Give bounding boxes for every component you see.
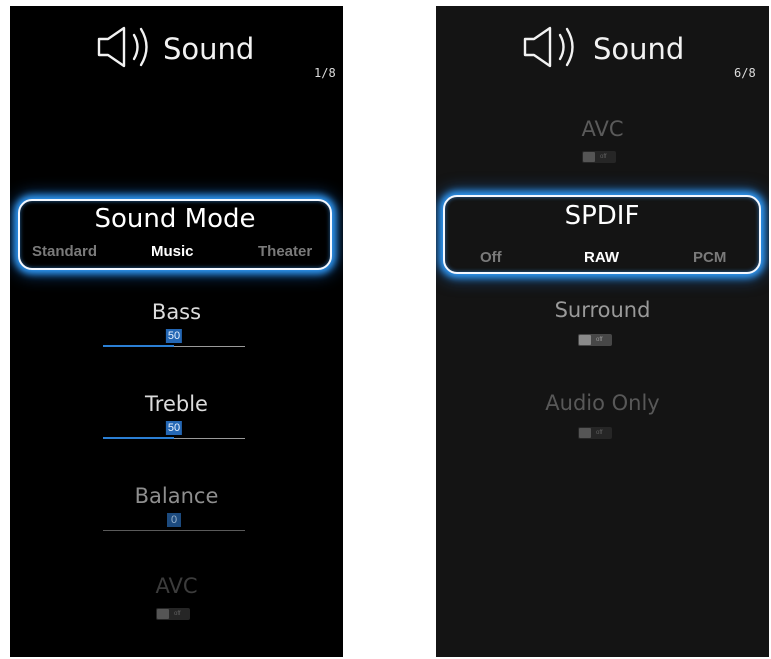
page-indicator: 6/8 xyxy=(734,66,756,80)
menu-title: Sound xyxy=(593,32,685,66)
toggle-knob xyxy=(583,152,595,162)
toggle-state: off xyxy=(174,611,181,617)
avc-label: AVC xyxy=(155,574,198,598)
bass-label: Bass xyxy=(151,300,202,324)
sound-mode-option-music[interactable]: Music xyxy=(151,243,194,260)
balance-value: 0 xyxy=(167,513,181,527)
spdif-option-off[interactable]: Off xyxy=(480,249,502,266)
balance-label: Balance xyxy=(134,484,219,508)
surround-toggle[interactable]: off xyxy=(578,334,612,346)
spdif-option-pcm[interactable]: PCM xyxy=(693,249,726,266)
bass-value: 50 xyxy=(165,329,183,343)
sound-mode-option-theater[interactable]: Theater xyxy=(258,243,312,260)
audio-only-label: Audio Only xyxy=(545,391,660,415)
menu-header: Sound 1/8 xyxy=(10,18,343,80)
sound-mode-option-standard[interactable]: Standard xyxy=(32,243,97,260)
speaker-icon xyxy=(523,26,574,68)
sound-mode-title: Sound Mode xyxy=(94,204,256,234)
audio-only-toggle[interactable]: off xyxy=(578,427,612,439)
menu-title: Sound xyxy=(163,32,255,66)
toggle-state: off xyxy=(596,337,603,343)
treble-label: Treble xyxy=(145,392,208,416)
toggle-knob xyxy=(579,428,591,438)
spdif-option-raw[interactable]: RAW xyxy=(584,249,619,266)
sound-menu-page-1: Sound 1/8 Sound Mode Standard Music Thea… xyxy=(10,6,343,657)
treble-slider[interactable]: 50 xyxy=(103,421,245,441)
speaker-icon xyxy=(97,26,148,68)
spdif-title: SPDIF xyxy=(564,201,640,231)
spdif-selector[interactable]: SPDIF Off RAW PCM xyxy=(443,195,761,274)
treble-value: 50 xyxy=(165,421,183,435)
balance-slider[interactable]: 0 xyxy=(103,513,245,533)
toggle-knob xyxy=(157,609,169,619)
avc-toggle[interactable]: off xyxy=(156,608,190,620)
toggle-state: off xyxy=(600,154,607,160)
sound-menu-page-6: Sound 6/8 AVC off SPDIF Off RAW PCM Surr… xyxy=(436,6,769,657)
bass-slider[interactable]: 50 xyxy=(103,329,245,349)
page-indicator: 1/8 xyxy=(314,66,336,80)
menu-header: Sound 6/8 xyxy=(436,18,769,80)
toggle-knob xyxy=(579,335,591,345)
toggle-state: off xyxy=(596,430,603,436)
avc-toggle[interactable]: off xyxy=(582,151,616,163)
surround-label: Surround xyxy=(554,298,651,322)
avc-label: AVC xyxy=(581,117,624,141)
sound-mode-selector[interactable]: Sound Mode Standard Music Theater xyxy=(18,199,332,270)
